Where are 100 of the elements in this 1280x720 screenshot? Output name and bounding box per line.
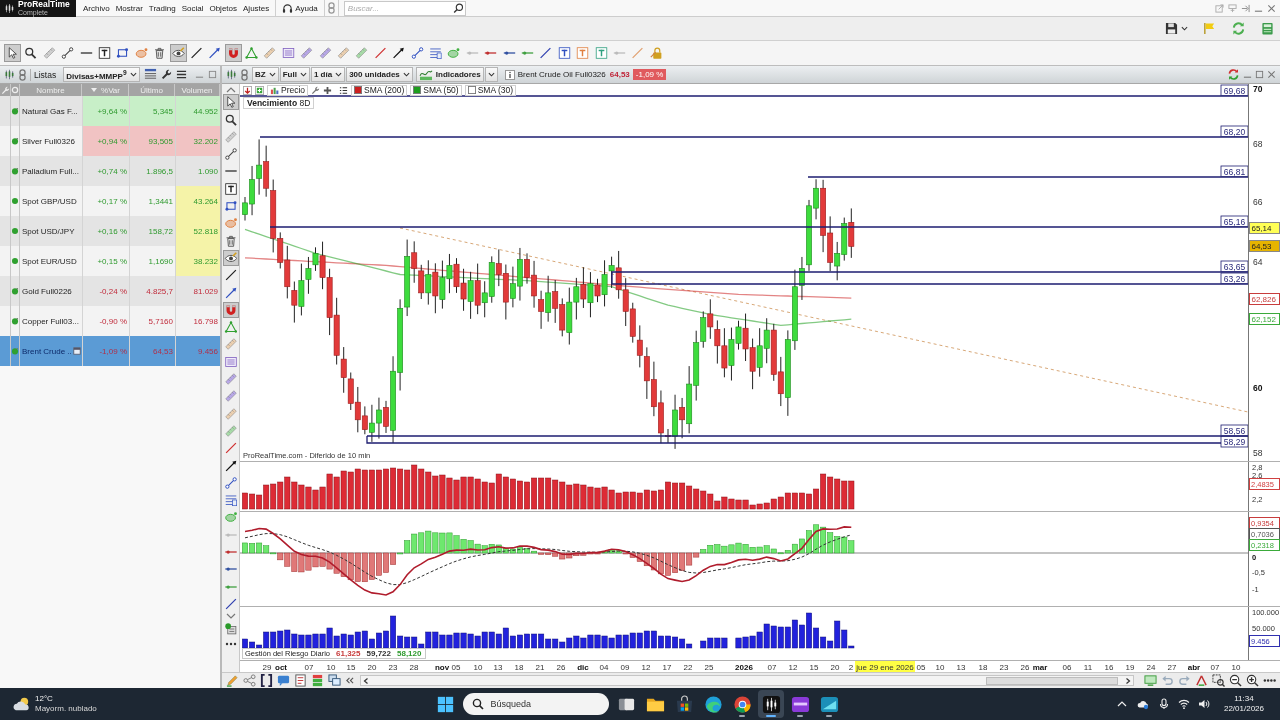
screen-icon[interactable] <box>1144 674 1157 687</box>
menu-item[interactable]: Mostrar <box>112 0 146 16</box>
cursor-icon[interactable] <box>4 44 21 62</box>
segment-icon[interactable] <box>222 474 239 491</box>
price-legend-item[interactable]: Precio <box>267 84 309 96</box>
horizontal-scrollbar[interactable] <box>360 675 1134 686</box>
maximize-icon[interactable] <box>207 70 217 79</box>
down-arrow-icon[interactable] <box>243 85 252 95</box>
link-icon[interactable] <box>241 68 248 81</box>
close-icon[interactable] <box>1267 70 1276 79</box>
date-label: 05 <box>451 662 461 672</box>
watchlist-row[interactable]: Spot GBP/USD +0,17 % 1,3441 43.264 <box>0 186 220 216</box>
menu-item[interactable]: Objetos <box>206 0 240 16</box>
cursor-icon[interactable] <box>222 94 239 111</box>
symbol-dropdown[interactable]: BZ <box>252 67 279 82</box>
windows-icon[interactable] <box>328 674 341 687</box>
menu-icon[interactable] <box>175 69 187 80</box>
indicators-button[interactable]: Indicadores <box>415 67 484 82</box>
search-icon[interactable] <box>462 693 489 715</box>
units-dropdown[interactable]: 300 unidades <box>346 67 413 82</box>
level-line[interactable] <box>611 271 1249 285</box>
link-icon[interactable] <box>327 2 335 14</box>
pencil-icon[interactable] <box>226 674 239 687</box>
lists-tab[interactable]: Listas <box>30 68 60 81</box>
triangle-icon[interactable] <box>222 319 239 336</box>
average-legend-item[interactable]: SMA (30) <box>464 84 517 96</box>
eye-icon[interactable] <box>222 249 239 266</box>
wrench-icon[interactable] <box>160 69 172 80</box>
period-dropdown[interactable]: 1 día <box>310 67 346 82</box>
watchlist-row[interactable]: Natural Gas F... +9,64 % 5,345 44.952 <box>0 96 220 126</box>
watchlist-row[interactable]: Silver Full0326 +0,94 % 93,505 32.202 <box>0 126 220 156</box>
triangle-icon[interactable] <box>1195 674 1208 687</box>
level-line[interactable] <box>240 95 1249 97</box>
plus-icon[interactable] <box>323 85 333 95</box>
zoom-out-icon[interactable] <box>1229 674 1242 687</box>
stack-icon[interactable] <box>311 674 324 687</box>
average-legend-item[interactable]: SMA (50) <box>410 84 462 96</box>
more-icon[interactable] <box>224 641 237 646</box>
bracket-icon[interactable] <box>260 674 273 687</box>
scroll-up-icon[interactable] <box>225 87 236 93</box>
scroll-right-icon[interactable] <box>1124 676 1132 685</box>
zoom-in-icon[interactable] <box>1246 674 1259 687</box>
sync-icon[interactable] <box>1227 68 1240 81</box>
eye-icon[interactable] <box>169 44 187 62</box>
save-icon[interactable] <box>1165 22 1178 35</box>
chat-icon[interactable] <box>277 674 290 687</box>
speaker-icon[interactable] <box>1197 698 1210 710</box>
menu-item[interactable]: Trading <box>145 0 179 16</box>
help-menu[interactable]: Ayuda <box>279 0 321 16</box>
arrow-to-bar-icon[interactable] <box>1241 3 1250 13</box>
start-icon[interactable] <box>436 695 454 713</box>
dashed-trend-line[interactable] <box>399 227 1249 413</box>
scroll-left-icon[interactable] <box>362 676 370 685</box>
watchlist-row[interactable]: Copper Full03... -0,90 % 5,7160 16.798 <box>0 306 220 336</box>
menu-item[interactable]: Archivo <box>80 0 113 16</box>
close-icon[interactable] <box>1267 3 1276 13</box>
segment-icon[interactable] <box>222 146 239 163</box>
menu-item[interactable]: Social <box>178 0 207 16</box>
window-icon[interactable] <box>72 347 81 355</box>
volume-value: 44.952 <box>175 96 220 126</box>
maximize-icon[interactable] <box>1255 70 1264 79</box>
lines-icon[interactable] <box>143 68 157 81</box>
watchlist-row[interactable]: Palladium Full... +0,74 % 1.896,5 1.090 <box>0 156 220 186</box>
refresh-icon[interactable] <box>1231 21 1246 36</box>
watchlist-row[interactable]: Brent Crude .. -1,09 % 64,53 9.456 <box>0 336 220 366</box>
magnet-icon[interactable] <box>224 44 242 62</box>
magnet-icon[interactable] <box>222 301 239 318</box>
info-icon[interactable] <box>504 69 515 80</box>
scrollbar-thumb[interactable] <box>986 676 1118 685</box>
list-dropdown[interactable]: Divisas+MMPP$^{9}$ <box>63 67 140 82</box>
plus-box-icon[interactable] <box>255 85 264 95</box>
zoom-box-icon[interactable] <box>1212 674 1225 687</box>
wifi-icon[interactable] <box>1177 698 1190 710</box>
menu-item[interactable]: Ajustes <box>240 0 273 16</box>
list-icon[interactable] <box>339 85 349 95</box>
scroll-down-icon[interactable] <box>225 613 236 620</box>
date-label: 29 <box>262 662 272 672</box>
notes-icon[interactable] <box>294 674 307 687</box>
caret-icon[interactable] <box>1181 26 1188 31</box>
double-chevron-icon[interactable] <box>345 676 354 685</box>
watchlist-row[interactable]: Spot EUR/USD +0,15 % 1,1690 38.232 <box>0 246 220 276</box>
taskbar-search-field[interactable]: Búsqueda <box>488 693 609 715</box>
indicators-menu-button[interactable] <box>484 67 498 82</box>
average-legend-item[interactable]: SMA (200) <box>351 84 408 96</box>
watchlist-row[interactable]: Gold Full0226 -0,24 % 4.825,7 81.029 <box>0 276 220 306</box>
circle-icon[interactable] <box>11 86 19 94</box>
level-line[interactable] <box>366 435 1222 444</box>
calculator-icon[interactable] <box>1261 22 1274 35</box>
mode-dropdown[interactable]: Full <box>279 67 310 82</box>
triangle-icon[interactable] <box>243 44 261 62</box>
taskbar-button[interactable] <box>758 690 784 718</box>
flag-icon[interactable] <box>1203 22 1216 35</box>
watchlist-row[interactable]: Spot USD/JPY +0,16 % 158,72 52.818 <box>0 216 220 246</box>
candles-icon <box>5 2 14 14</box>
text-tool-icon[interactable] <box>222 180 239 197</box>
cloud-icon[interactable] <box>1135 698 1150 710</box>
share-icon[interactable] <box>243 674 256 687</box>
microphone-icon[interactable] <box>1157 698 1170 710</box>
date-label: 26 <box>556 662 566 672</box>
link-icon[interactable] <box>19 68 26 81</box>
